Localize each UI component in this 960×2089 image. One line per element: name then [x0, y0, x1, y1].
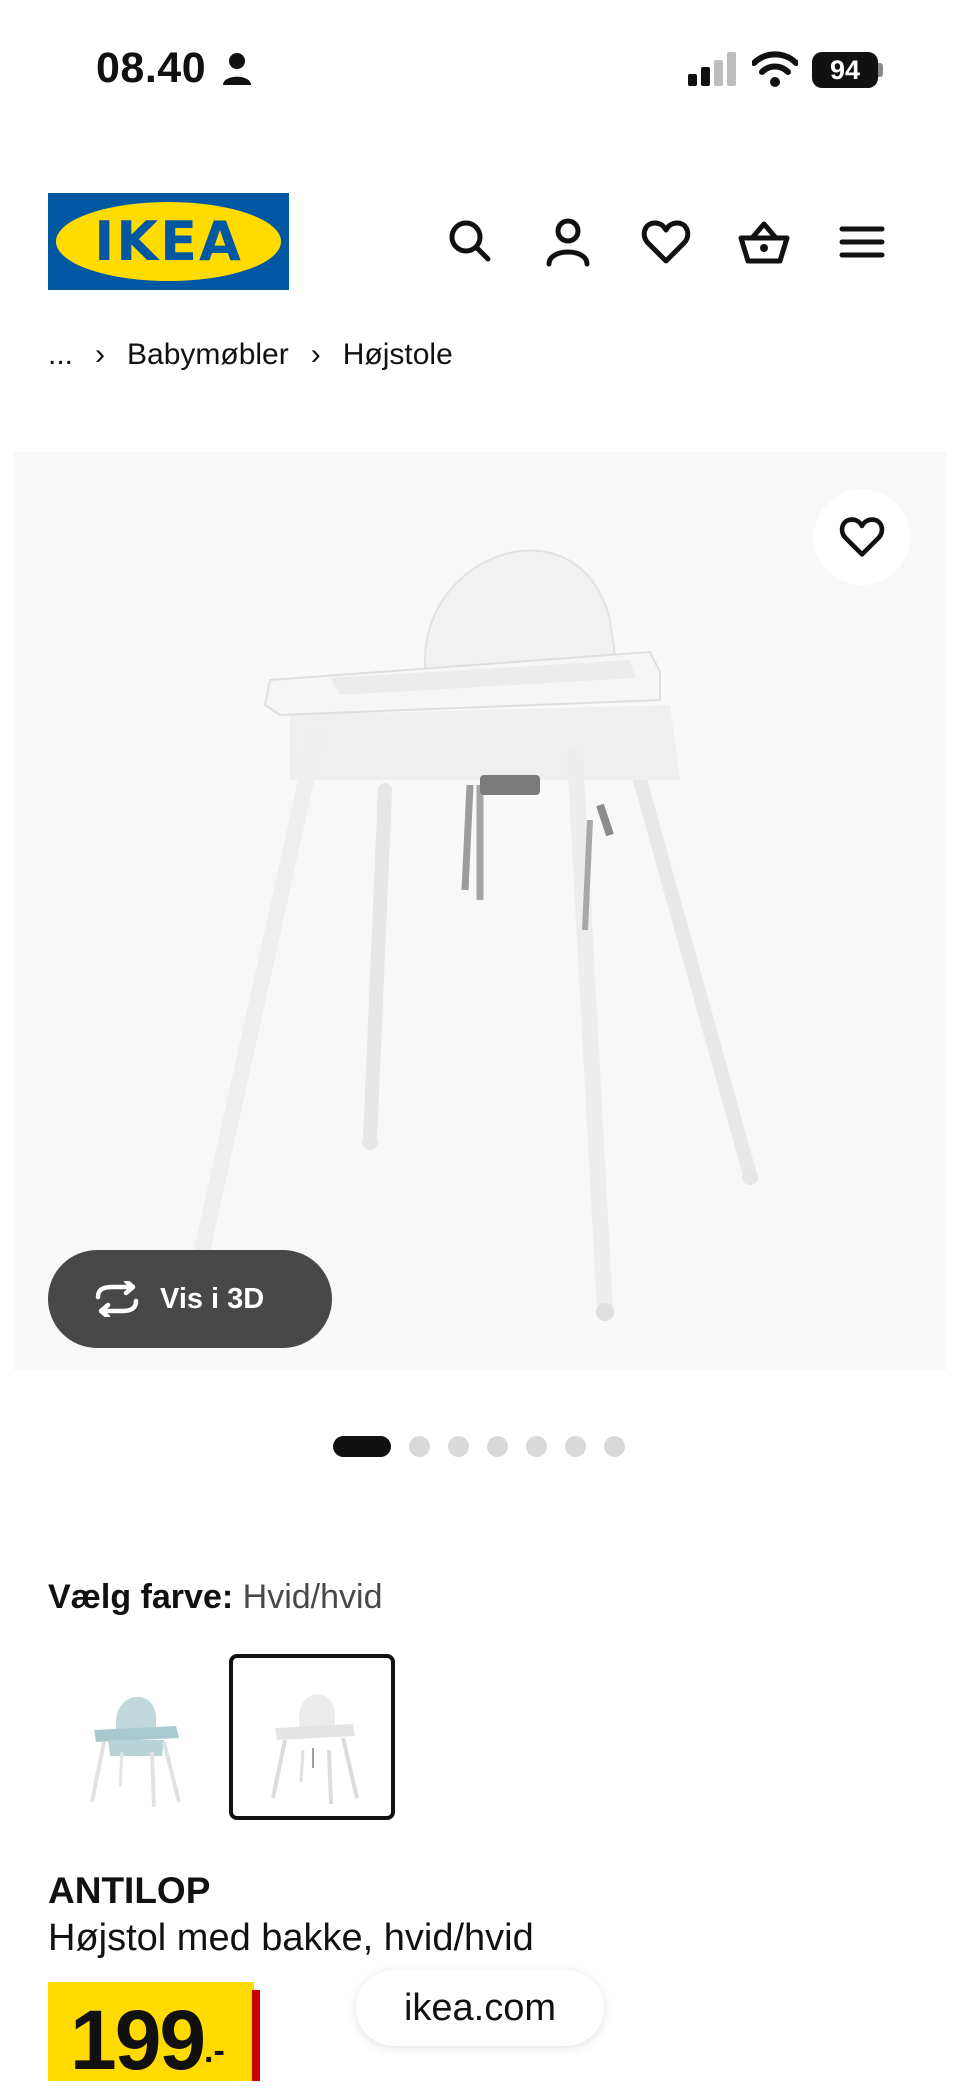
color-label: Vælg farve: — [48, 1578, 234, 1616]
account-icon[interactable] — [542, 216, 594, 268]
product-price: 199 — [70, 1993, 206, 2087]
carousel-dot-3[interactable] — [448, 1435, 469, 1457]
carousel-dots — [333, 1435, 643, 1457]
chevron-right-icon: › — [310, 338, 321, 371]
favorite-button[interactable] — [814, 489, 910, 585]
battery-tip — [878, 63, 883, 77]
heart-icon — [839, 517, 885, 557]
swatch-chair-image — [271, 1694, 359, 1805]
product-name: ANTILOP — [48, 1870, 211, 1911]
heart-icon[interactable] — [640, 216, 692, 268]
status-time: 08.40 — [96, 44, 207, 92]
search-icon[interactable] — [444, 216, 496, 268]
battery-indicator: 94 — [812, 52, 878, 88]
carousel-dot-6[interactable] — [565, 1435, 586, 1457]
price-accent — [252, 1990, 260, 2081]
menu-icon[interactable] — [836, 216, 888, 268]
carousel-dot-5[interactable] — [526, 1435, 547, 1457]
person-icon — [223, 53, 251, 85]
carousel-dot-2[interactable] — [409, 1435, 430, 1457]
rotate-icon — [95, 1281, 139, 1317]
browser-url-bar[interactable]: ikea.com — [356, 1970, 604, 2046]
breadcrumb-item-hojstole[interactable]: Højstole — [343, 338, 453, 372]
signal-icon — [688, 52, 736, 86]
carousel-dot-1[interactable] — [333, 1435, 391, 1457]
logo-text: IKEA — [94, 210, 243, 273]
color-value: Hvid/hvid — [242, 1578, 383, 1616]
wifi-icon — [752, 51, 798, 87]
basket-icon[interactable] — [738, 216, 790, 268]
price-suffix: .- — [204, 2032, 225, 2070]
chevron-right-icon: › — [95, 338, 106, 371]
color-swatch-turquoise[interactable] — [64, 1662, 214, 1812]
ikea-logo[interactable]: IKEA — [48, 193, 289, 290]
product-description: Højstol med bakke, hvid/hvid — [48, 1917, 534, 1959]
breadcrumb-item-babymobler[interactable]: Babymøbler — [127, 338, 289, 372]
view-3d-label: Vis i 3D — [160, 1282, 265, 1315]
carousel-dot-4[interactable] — [487, 1435, 508, 1457]
breadcrumb-ellipsis[interactable]: ... — [48, 338, 73, 372]
color-swatch-white-selected[interactable] — [229, 1654, 395, 1820]
color-selector-heading: Vælg farve: Hvid/hvid — [48, 1578, 382, 1617]
view-3d-button[interactable]: Vis i 3D — [48, 1250, 332, 1348]
carousel-dot-7[interactable] — [604, 1435, 625, 1457]
breadcrumb: ... › Babymøbler › Højstole — [48, 338, 453, 372]
high-chair-image — [191, 549, 758, 1321]
